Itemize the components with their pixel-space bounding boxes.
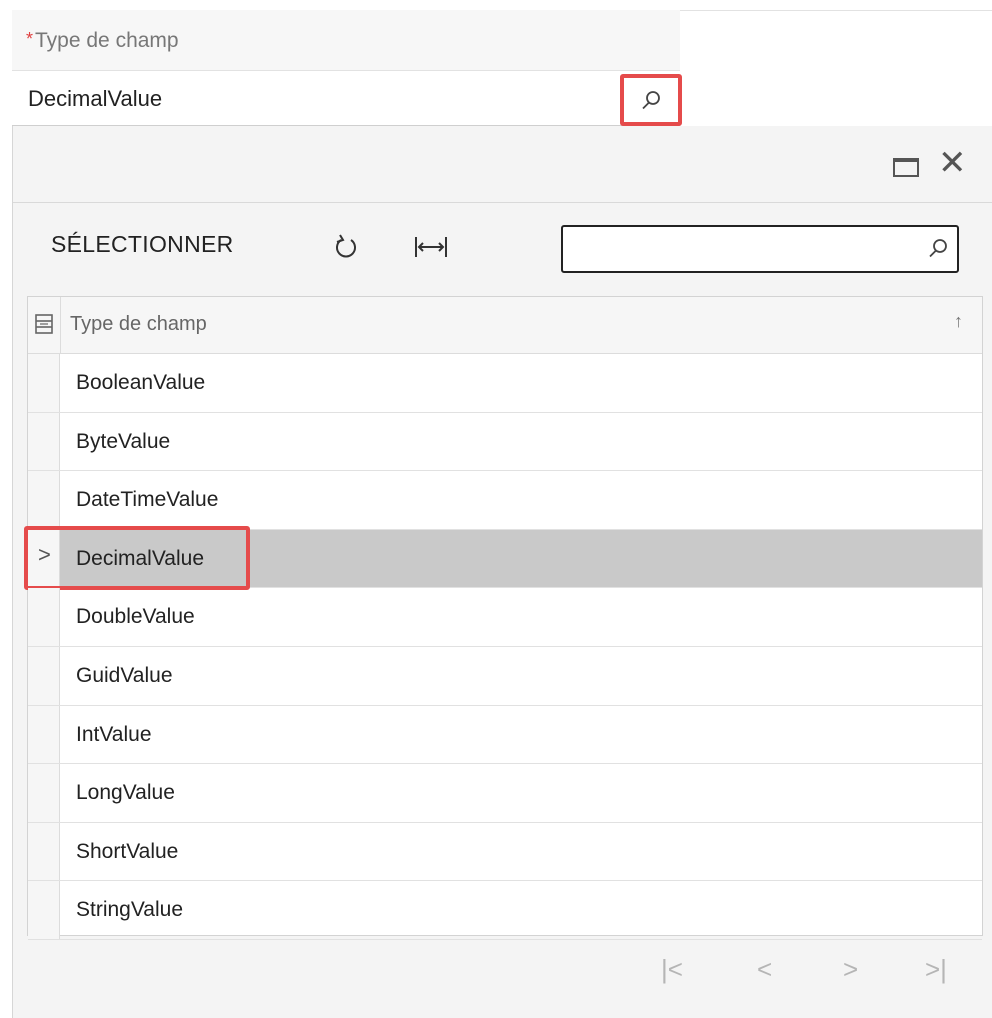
current-row-icon: > (38, 541, 51, 567)
table-row[interactable]: BooleanValue (28, 354, 982, 413)
table-row[interactable]: IntValue (28, 705, 982, 765)
results-grid: Type de champ ↑ BooleanValue ByteValue D… (24, 296, 983, 940)
table-row-selected[interactable]: > DecimalValue (24, 525, 982, 590)
table-row[interactable]: LongValue (28, 764, 982, 823)
select-button[interactable]: SÉLECTIONNER (51, 231, 234, 258)
row-gutter (28, 881, 60, 939)
search-box[interactable] (561, 225, 959, 273)
row-gutter (28, 471, 60, 529)
field-label-text: Type de champ (35, 29, 179, 52)
table-row[interactable]: ByteValue (28, 412, 982, 472)
row-cell: DateTimeValue (76, 488, 219, 512)
panel-header: ✕ (13, 126, 992, 203)
row-gutter: > (28, 529, 60, 588)
search-input[interactable] (569, 233, 913, 267)
field-label-area: *Type de champ (12, 10, 680, 71)
required-marker: * (26, 29, 34, 49)
column-settings-icon[interactable] (34, 313, 54, 335)
first-page-button[interactable]: |< (661, 954, 683, 985)
lookup-button[interactable] (620, 74, 682, 126)
column-header-field-type[interactable]: Type de champ (70, 313, 207, 336)
row-gutter (28, 646, 60, 705)
row-cell: GuidValue (76, 663, 173, 687)
field-type-input[interactable]: DecimalValue (12, 71, 680, 126)
table-row[interactable]: DoubleValue (28, 588, 982, 647)
search-icon (929, 239, 947, 258)
grid-header: Type de champ ↑ (28, 297, 982, 354)
last-page-button[interactable]: >| (925, 954, 947, 985)
row-cell: ShortValue (76, 839, 179, 863)
close-icon[interactable]: ✕ (938, 146, 967, 180)
table-row[interactable]: GuidValue (28, 646, 982, 706)
row-gutter (28, 588, 60, 646)
toolbar: SÉLECTIONNER (13, 203, 992, 293)
field-label: *Type de champ (26, 29, 179, 53)
top-divider (680, 10, 992, 11)
search-icon (642, 91, 660, 110)
field-value: DecimalValue (28, 86, 163, 111)
row-gutter (28, 822, 60, 881)
next-page-button[interactable]: > (843, 954, 858, 985)
row-cell: StringValue (76, 898, 184, 922)
prev-page-button[interactable]: < (757, 954, 772, 985)
row-gutter (28, 354, 60, 412)
row-cell: LongValue (76, 781, 175, 805)
row-cell: DecimalValue (76, 546, 204, 570)
row-gutter (28, 412, 60, 471)
table-row[interactable]: ShortValue (28, 822, 982, 882)
header-separator (60, 297, 61, 353)
table-row[interactable]: DateTimeValue (28, 471, 982, 530)
row-cell: BooleanValue (76, 371, 206, 394)
row-cell: IntValue (76, 722, 152, 746)
grid-rows: BooleanValue ByteValue DateTimeValue > D… (24, 354, 982, 940)
row-gutter (28, 764, 60, 822)
refresh-icon[interactable] (331, 231, 361, 263)
lookup-panel: ✕ SÉLECTIONNER Type de champ ↑ BooleanVa… (12, 126, 992, 1018)
row-cell: ByteValue (76, 429, 171, 453)
row-cell: DoubleValue (76, 605, 195, 629)
table-row[interactable]: StringValue (28, 881, 982, 940)
fit-columns-icon[interactable] (413, 231, 449, 263)
pager: |< < > >| (13, 944, 992, 1004)
row-gutter (28, 705, 60, 764)
maximize-icon[interactable] (893, 158, 919, 177)
sort-asc-icon[interactable]: ↑ (954, 311, 963, 332)
